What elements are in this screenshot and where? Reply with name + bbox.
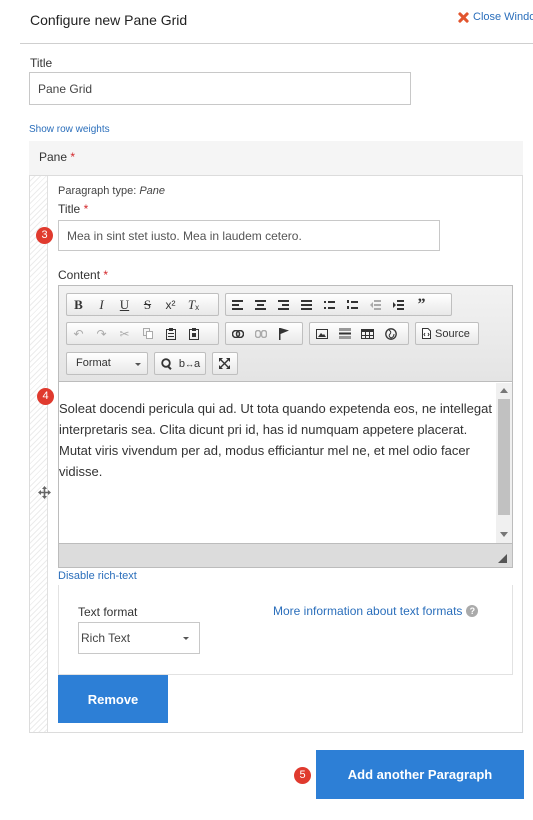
justify-icon[interactable]: [295, 294, 318, 315]
close-window-label: Close Windo: [473, 11, 533, 23]
scrollbar-thumb[interactable]: [498, 399, 510, 515]
undo-icon[interactable]: ↶: [67, 323, 90, 344]
resize-handle-icon[interactable]: [498, 554, 507, 563]
more-info-label: More information about text formats: [273, 604, 463, 618]
pane-header-label: Pane *: [39, 150, 75, 164]
step-badge-3: 3: [36, 227, 53, 244]
superscript-button[interactable]: x²: [159, 294, 182, 315]
outdent-icon[interactable]: [364, 294, 387, 315]
paragraph-group: ”: [225, 293, 452, 316]
align-right-icon[interactable]: [272, 294, 295, 315]
disable-rich-text-link[interactable]: Disable rich-text: [58, 570, 137, 582]
title-label: Title: [30, 56, 53, 70]
pane-title-input[interactable]: [58, 220, 440, 251]
dialog-title: Configure new Pane Grid: [30, 12, 188, 28]
close-window-link[interactable]: Close Windo: [458, 11, 533, 23]
maximize-icon[interactable]: [213, 353, 236, 374]
content-label: Content *: [58, 268, 108, 282]
more-info-text-formats-link[interactable]: More information about text formats ?: [273, 604, 479, 618]
bold-button[interactable]: B: [67, 294, 90, 315]
source-label: Source: [435, 327, 470, 340]
find-group: b ↔ a: [154, 352, 206, 375]
basic-styles-group: B I U S x² Tx: [66, 293, 219, 316]
copy-icon[interactable]: [136, 323, 159, 344]
required-marker: *: [103, 268, 109, 282]
paste-icon[interactable]: [159, 323, 182, 344]
step-badge-5: 5: [294, 767, 311, 784]
remove-button[interactable]: Remove: [58, 675, 168, 723]
pane-title-label-text: Title: [58, 202, 81, 216]
align-center-icon[interactable]: [249, 294, 272, 315]
drag-column: [30, 176, 48, 732]
help-icon: ?: [466, 605, 479, 617]
anchor-flag-icon[interactable]: [272, 323, 295, 344]
text-format-select[interactable]: Rich Text: [78, 622, 200, 654]
close-icon: [458, 12, 469, 23]
source-button[interactable]: Source: [416, 323, 476, 344]
required-marker: *: [83, 202, 89, 216]
remove-format-button[interactable]: Tx: [182, 294, 205, 315]
image-icon[interactable]: [310, 323, 333, 344]
scroll-down-arrow-icon[interactable]: [500, 532, 508, 537]
replace-icon[interactable]: b ↔ a: [178, 353, 201, 374]
chevron-down-icon: [135, 363, 141, 366]
text-format-selected: Rich Text: [81, 631, 131, 645]
drag-handle-icon[interactable]: [38, 486, 51, 499]
insert-group: [309, 322, 409, 345]
link-icon[interactable]: [226, 323, 249, 344]
pane-title-label: Title *: [58, 202, 88, 216]
cut-icon[interactable]: ✂: [113, 323, 136, 344]
strikethrough-button[interactable]: S: [136, 294, 159, 315]
unlink-icon[interactable]: [249, 323, 272, 344]
required-marker: *: [70, 150, 76, 164]
italic-button[interactable]: I: [90, 294, 113, 315]
clipboard-group: ↶ ↷ ✂: [66, 322, 219, 345]
horizontal-line-icon[interactable]: [333, 323, 356, 344]
editor-content-area[interactable]: Soleat docendi pericula qui ad. Ut tota …: [59, 383, 496, 543]
underline-button[interactable]: U: [113, 294, 136, 315]
pane-header-text: Pane: [39, 150, 68, 164]
title-input[interactable]: [29, 72, 411, 105]
blockquote-icon[interactable]: ”: [410, 294, 433, 315]
show-row-weights-link[interactable]: Show row weights: [29, 124, 110, 135]
table-icon[interactable]: [356, 323, 379, 344]
find-icon[interactable]: [155, 353, 178, 374]
indent-icon[interactable]: [387, 294, 410, 315]
format-label: Format: [76, 357, 111, 369]
paragraph-type-value: Pane: [139, 185, 166, 197]
scroll-up-arrow-icon[interactable]: [500, 388, 508, 393]
bulleted-list-icon[interactable]: [318, 294, 341, 315]
source-icon: [422, 328, 431, 339]
pane-table-header: [29, 141, 523, 176]
editor-footer: [59, 543, 512, 567]
header-divider: [20, 43, 533, 44]
text-format-label: Text format: [78, 605, 138, 619]
align-left-icon[interactable]: [226, 294, 249, 315]
step-badge-4: 4: [37, 388, 54, 405]
content-label-text: Content: [58, 268, 101, 282]
paragraph-type-prefix: Paragraph type:: [58, 185, 137, 197]
chevron-down-icon: [183, 637, 189, 640]
format-dropdown[interactable]: Format: [66, 352, 148, 375]
add-another-paragraph-button[interactable]: Add another Paragraph: [316, 750, 524, 799]
paste-text-icon[interactable]: [182, 323, 205, 344]
numbered-list-icon[interactable]: [341, 294, 364, 315]
source-group: Source: [415, 322, 479, 345]
link-group: [225, 322, 303, 345]
paragraph-type: Paragraph type: Pane: [58, 185, 165, 197]
tools-group: [212, 352, 238, 375]
globe-icon[interactable]: [379, 323, 402, 344]
redo-icon[interactable]: ↷: [90, 323, 113, 344]
